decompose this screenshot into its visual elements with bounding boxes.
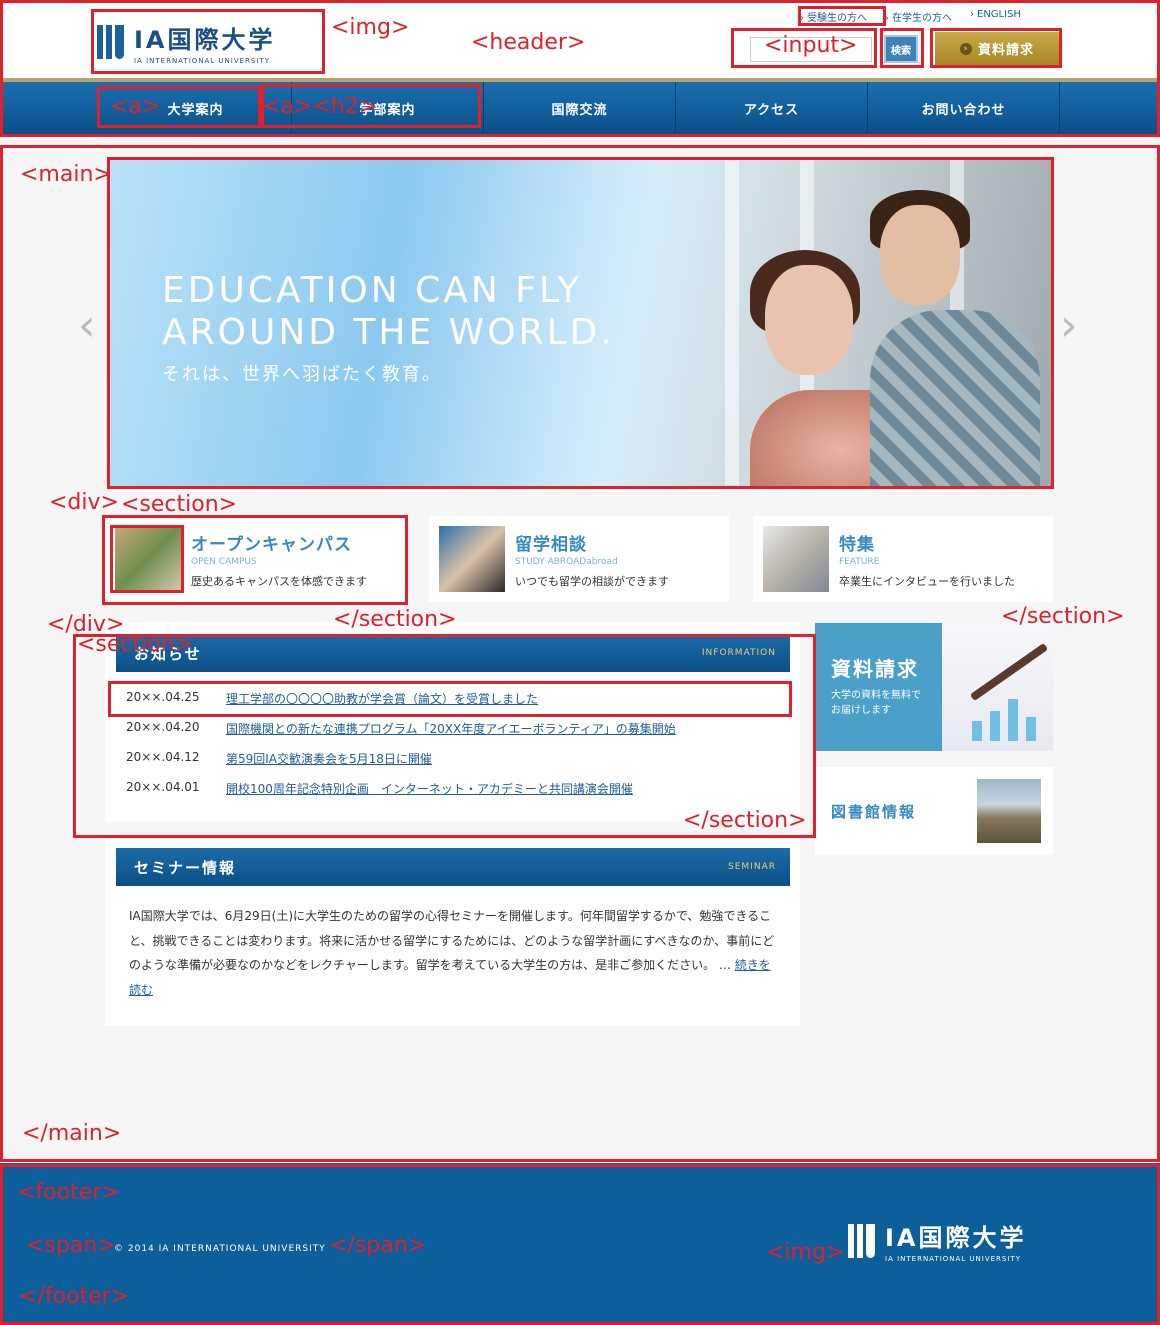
- list-item: 20××.04.12 第59回IA交歓演奏会を5月18日に開催: [126, 750, 432, 767]
- list-item: 20××.04.25 理工学部の〇〇〇〇助教が学会賞（論文）を受賞しました: [126, 690, 539, 707]
- hero-headline: EDUCATION CAN FLY AROUND THE WORLD.: [162, 270, 615, 353]
- annotation-label: <div>: [49, 490, 119, 515]
- hero-subtitle: それは、世界へ羽ばたく教育。: [162, 364, 442, 385]
- footer-logo[interactable]: IA国際大学 IA INTERNATIONAL UNIVERSITY: [848, 1218, 1027, 1263]
- chevron-right-icon: ›: [959, 42, 972, 55]
- hero-person: [870, 310, 1040, 486]
- news-title: お知らせ: [134, 644, 202, 663]
- library-building-icon: [977, 779, 1041, 843]
- logo-mark-icon: [848, 1223, 875, 1258]
- card-en: STUDY ABROADabroad: [515, 556, 618, 567]
- card-feature[interactable]: 特集 FEATURE 卒業生にインタビューを行いました: [753, 516, 1053, 602]
- pen-icon: [942, 623, 1053, 751]
- annotation-label: </main>: [22, 1121, 122, 1146]
- side-request-sub: 大学の資料を無料でお届けします: [831, 690, 921, 716]
- annotation-label: <section>: [121, 492, 238, 517]
- news-en: INFORMATION: [701, 648, 776, 658]
- site-header: IA国際大学 IA INTERNATIONAL UNIVERSITY 受験生の方…: [0, 0, 1160, 137]
- nav-international[interactable]: 国際交流: [484, 82, 676, 135]
- list-item: 20××.04.01 開校100周年記念特別企画 インターネット・アカデミーと共…: [126, 780, 633, 797]
- logo-en: IA INTERNATIONAL UNIVERSITY: [134, 56, 270, 65]
- news-link[interactable]: 理工学部の〇〇〇〇助教が学会賞（論文）を受賞しました: [226, 690, 538, 707]
- list-item: 20××.04.20 国際機関との新たな連携プログラム「20XX年度アイエーボラ…: [126, 720, 676, 737]
- nav-faculties[interactable]: 学部案内: [292, 82, 484, 135]
- card-study-abroad[interactable]: 留学相談 STUDY ABROADabroad いつでも留学の相談ができます: [429, 516, 729, 602]
- site-logo[interactable]: IA国際大学 IA INTERNATIONAL UNIVERSITY: [97, 13, 319, 71]
- news-link[interactable]: 開校100周年記念特別企画 インターネット・アカデミーと共同講演会開催: [226, 780, 633, 797]
- logo-jp: IA国際大学: [885, 1224, 1027, 1252]
- search-input[interactable]: [750, 37, 872, 62]
- nav-access[interactable]: アクセス: [676, 82, 868, 135]
- card-desc: いつでも留学の相談ができます: [515, 574, 669, 588]
- nav-about[interactable]: 大学案内: [100, 82, 292, 135]
- link-students[interactable]: 在学生の方へ: [885, 9, 952, 24]
- news-link[interactable]: 国際機関との新たな連携プログラム「20XX年度アイエーボランティア」の募集開始: [226, 720, 676, 737]
- annotation-label: <main>: [20, 162, 112, 187]
- seminar-header: セミナー情報 SEMINAR: [116, 848, 790, 886]
- side-library-title: 図書館情報: [831, 802, 917, 821]
- card-desc: 歴史あるキャンパスを体感できます: [191, 574, 367, 588]
- logo-mark-icon: [97, 25, 124, 59]
- request-label: 資料請求: [977, 43, 1034, 58]
- carousel-prev-icon[interactable]: ‹: [78, 300, 96, 351]
- seminar-en: SEMINAR: [728, 862, 776, 872]
- side-library-banner[interactable]: 図書館情報: [815, 767, 1053, 855]
- hero-carousel[interactable]: EDUCATION CAN FLY AROUND THE WORLD. それは、…: [110, 160, 1051, 486]
- card-thumbnail: [439, 526, 505, 592]
- site-footer: © 2014 IA INTERNATIONAL UNIVERSITY IA国際大…: [0, 1163, 1160, 1325]
- side-request-banner[interactable]: 資料請求 大学の資料を無料でお届けします: [815, 623, 1053, 751]
- card-open-campus[interactable]: オープンキャンパス OPEN CAMPUS 歴史あるキャンパスを体感できます: [105, 516, 405, 602]
- copyright: © 2014 IA INTERNATIONAL UNIVERSITY: [114, 1244, 326, 1254]
- card-thumbnail: [763, 526, 829, 592]
- news-link[interactable]: 第59回IA交歓演奏会を5月18日に開催: [226, 750, 432, 767]
- nav-contact[interactable]: お問い合わせ: [868, 82, 1060, 135]
- card-title: 留学相談: [515, 534, 587, 555]
- global-nav: 大学案内 学部案内 国際交流 アクセス お問い合わせ: [0, 82, 1160, 135]
- card-title: 特集: [839, 534, 875, 555]
- card-desc: 卒業生にインタビューを行いました: [839, 574, 1015, 588]
- carousel-next-icon[interactable]: ›: [1060, 300, 1078, 351]
- logo-jp: IA国際大学: [134, 25, 276, 54]
- link-prospective[interactable]: 受験生の方へ: [800, 9, 867, 24]
- card-en: FEATURE: [839, 556, 880, 567]
- seminar-title: セミナー情報: [134, 858, 237, 877]
- card-en: OPEN CAMPUS: [191, 556, 257, 567]
- logo-en: IA INTERNATIONAL UNIVERSITY: [885, 1255, 1021, 1263]
- top-links: 受験生の方へ 在学生の方へ ENGLISH: [800, 9, 1021, 24]
- card-title: オープンキャンパス: [191, 534, 352, 555]
- news-header: お知らせ INFORMATION: [116, 634, 790, 672]
- request-materials-button[interactable]: › 資料請求: [935, 32, 1059, 65]
- side-request-title: 資料請求: [831, 657, 919, 681]
- card-thumbnail: [115, 526, 181, 592]
- link-english[interactable]: ENGLISH: [970, 9, 1021, 24]
- search-button[interactable]: 検索: [884, 35, 918, 63]
- seminar-body: IA国際大学では、6月29日(土)に大学生のための留学の心得セミナーを開催します…: [129, 909, 775, 997]
